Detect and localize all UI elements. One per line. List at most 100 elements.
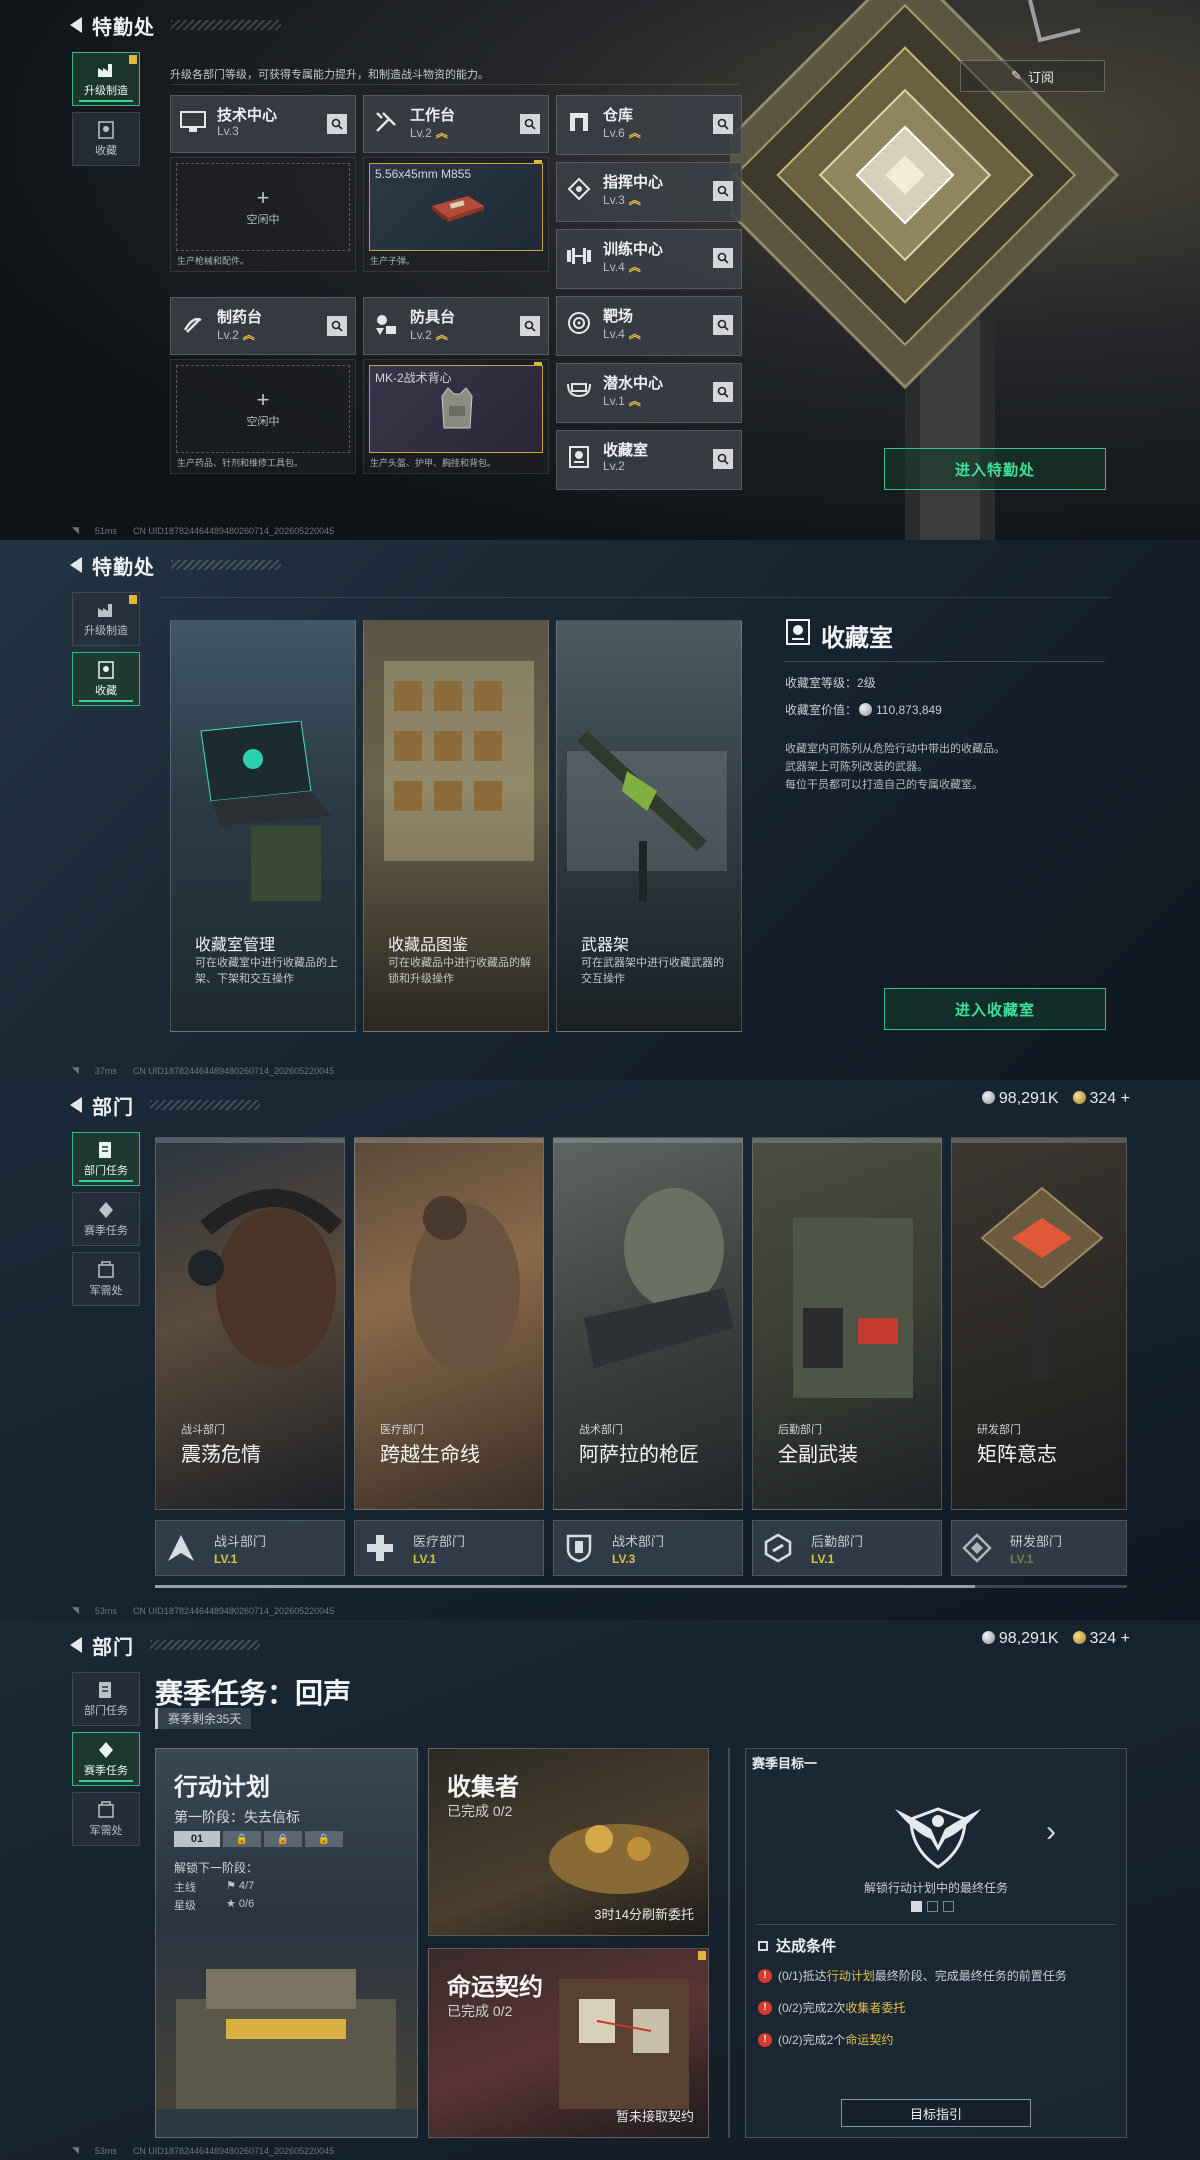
search-icon[interactable] [713, 248, 733, 268]
silver-coin-icon [981, 1091, 995, 1104]
search-icon[interactable] [713, 449, 733, 469]
department-level-bar[interactable]: 研发部门 LV.1 [951, 1520, 1127, 1576]
stage-progress: 01 🔒 🔒 🔒 [174, 1831, 343, 1847]
enter-collection-room-button[interactable]: 进入收藏室 [884, 988, 1106, 1030]
medicine-icon [179, 310, 207, 338]
upgrade-arrow-icon: ︽ [628, 193, 641, 207]
back-arrow-icon[interactable] [70, 1097, 82, 1113]
conditions-title-row: 达成条件 [758, 1935, 836, 1956]
sidebar-item-season-tasks[interactable]: 赛季任务 [72, 1732, 140, 1786]
collection-icon [565, 443, 593, 471]
subscribe-button[interactable]: ✎ 订阅 [960, 60, 1105, 92]
facility-card-tech-center[interactable]: 技术中心 Lv.3 [170, 95, 356, 153]
sidebar-item-upgrade[interactable]: 升级制造 [72, 52, 140, 106]
operation-plan-card[interactable]: 行动计划 第一阶段：失去信标 01 🔒 🔒 🔒 解锁下一阶段： 主线 ⚑ 4/7… [155, 1748, 418, 2138]
silver-currency[interactable]: 98,291K [981, 1630, 1059, 1648]
search-icon[interactable] [520, 316, 540, 336]
department-card-tactical[interactable]: 战术部门 阿萨拉的枪匠 [553, 1137, 743, 1510]
collection-management-card[interactable]: 收藏室管理 可在收藏室中进行收藏品的上架、下架和交互操作 [170, 620, 356, 1032]
department-level-bar[interactable]: 医疗部门 LV.1 [354, 1520, 544, 1576]
eagle-emblem-icon [895, 1807, 981, 1869]
collection-catalog-card[interactable]: 收藏品图鉴 可在收藏品中进行收藏品的解锁和升级操作 [363, 620, 549, 1032]
facility-card-command-center[interactable]: 指挥中心 Lv.3 ︽ [556, 162, 742, 222]
search-icon[interactable] [520, 114, 540, 134]
search-icon[interactable] [327, 114, 347, 134]
facility-card-dive-center[interactable]: 潜水中心 Lv.1 ︽ [556, 363, 742, 423]
back-arrow-icon[interactable] [70, 17, 82, 33]
gold-currency[interactable]: 324 + [1072, 1630, 1130, 1648]
upgrade-arrow-icon: ︽ [435, 328, 448, 342]
season-remaining: 赛季剩余35天 [155, 1708, 252, 1729]
season-title: 赛季任务：回声 [155, 1678, 352, 1709]
horizontal-scrollbar[interactable] [155, 1585, 1127, 1588]
divider [756, 1924, 1116, 1925]
facility-card-collection-room[interactable]: 收藏室 Lv.2 [556, 430, 742, 490]
page-dot[interactable] [911, 1901, 922, 1912]
sidebar-item-upgrade[interactable]: 升级制造 [72, 592, 140, 646]
department-card-research[interactable]: 研发部门 矩阵意志 [951, 1137, 1127, 1510]
goal-guide-button[interactable]: 目标指引 [841, 2099, 1031, 2127]
department-level-bar[interactable]: 战术部门 LV.3 [553, 1520, 743, 1576]
search-icon[interactable] [713, 181, 733, 201]
production-slot-pharmacy[interactable]: + 空闲中 生产药品、针剂和维修工具包。 [170, 359, 356, 474]
bell-icon: ✎ [1011, 68, 1022, 83]
department-card-combat[interactable]: 战斗部门 震荡危情 [155, 1137, 345, 1510]
production-slot-workbench[interactable]: 5.56x45mm M855 生产子弹。 [363, 157, 549, 272]
sidebar-item-quartermaster[interactable]: 军需处 [72, 1792, 140, 1846]
back-arrow-icon[interactable] [70, 1637, 82, 1653]
page-dot[interactable] [927, 1901, 938, 1912]
collector-card[interactable]: 收集者 已完成 0/2 3时14分刷新委托 [428, 1748, 709, 1936]
season-icon [96, 1201, 116, 1219]
production-slot-armor-bench[interactable]: MK-2战术背心 生产头盔、护甲、胸挂和背包。 [363, 359, 549, 474]
next-arrow-icon[interactable]: › [1046, 1815, 1056, 1849]
slot-idle-label: 空闲中 [246, 214, 280, 226]
department-card-logistics[interactable]: 后勤部门 全副武装 [752, 1137, 942, 1510]
lock-icon: 🔒 [223, 1831, 261, 1847]
scrollbar-thumb[interactable] [155, 1585, 975, 1588]
department-card-medical[interactable]: 医疗部门 跨越生命线 [354, 1137, 544, 1510]
facility-card-shooting-range[interactable]: 靶场 Lv.4 ︽ [556, 296, 742, 356]
silver-currency[interactable]: 98,291K [981, 1090, 1059, 1108]
weapon-rack-card[interactable]: 武器架 可在武器架中进行收藏武器的交互操作 [556, 620, 742, 1032]
department-bar-name: 后勤部门 [811, 1534, 864, 1549]
department-level-bar[interactable]: 战斗部门 LV.1 [155, 1520, 345, 1576]
search-icon[interactable] [713, 315, 733, 335]
card-description: 可在收藏室中进行收藏品的上架、下架和交互操作 [195, 957, 338, 985]
upgrade-arrow-icon: ︽ [628, 260, 641, 274]
sidebar-item-season-tasks[interactable]: 赛季任务 [72, 1192, 140, 1246]
sidebar-item-department-tasks[interactable]: 部门任务 [72, 1132, 140, 1186]
production-slot-tech-center[interactable]: + 空闲中 生产枪械和配件。 [170, 157, 356, 272]
sidebar-item-department-tasks[interactable]: 部门任务 [72, 1672, 140, 1726]
fate-contract-card[interactable]: 命运契约 已完成 0/2 暂未接取契约 [428, 1948, 709, 2138]
facility-card-pharmacy[interactable]: 制药台 Lv.2 ︽ [170, 297, 356, 355]
gold-currency[interactable]: 324 + [1072, 1090, 1130, 1108]
produced-item: MK-2战术背心 [369, 365, 543, 453]
facility-card-training-center[interactable]: 训练中心 Lv.4 ︽ [556, 229, 742, 289]
enter-special-ops-button[interactable]: 进入特勤处 [884, 448, 1106, 490]
sidebar-item-collection[interactable]: 收藏 [72, 652, 140, 706]
task-status: 已完成 0/2 [447, 1803, 513, 1819]
department-type: 研发部门 [977, 1424, 1021, 1436]
upgrade-arrow-icon: ︽ [242, 328, 255, 342]
page-header: 部门 [70, 1090, 260, 1120]
facility-level: Lv.4 ︽ [603, 260, 641, 274]
page-dot[interactable] [943, 1901, 954, 1912]
department-name: 震荡危情 [181, 1444, 261, 1466]
back-arrow-icon[interactable] [70, 557, 82, 573]
tools-icon [372, 108, 400, 136]
sidebar-item-collection[interactable]: 收藏 [72, 112, 140, 166]
armor-icon [372, 310, 400, 338]
facility-card-warehouse[interactable]: 仓库 Lv.6 ︽ [556, 95, 742, 155]
sidebar-item-quartermaster[interactable]: 军需处 [72, 1252, 140, 1306]
subscribe-label: 订阅 [1027, 69, 1054, 85]
item-name: MK-2战术背心 [375, 371, 452, 385]
search-icon[interactable] [713, 114, 733, 134]
search-icon[interactable] [713, 382, 733, 402]
facility-card-armor-bench[interactable]: 防具台 Lv.2 ︽ [363, 297, 549, 355]
wifi-icon: ◥ [72, 1065, 79, 1075]
facility-card-workbench[interactable]: 工作台 Lv.2 ︽ [363, 95, 549, 153]
plus-icon: + [256, 387, 270, 412]
search-icon[interactable] [327, 316, 347, 336]
facility-name: 制药台 [217, 309, 263, 326]
department-level-bar[interactable]: 后勤部门 LV.1 [752, 1520, 942, 1576]
